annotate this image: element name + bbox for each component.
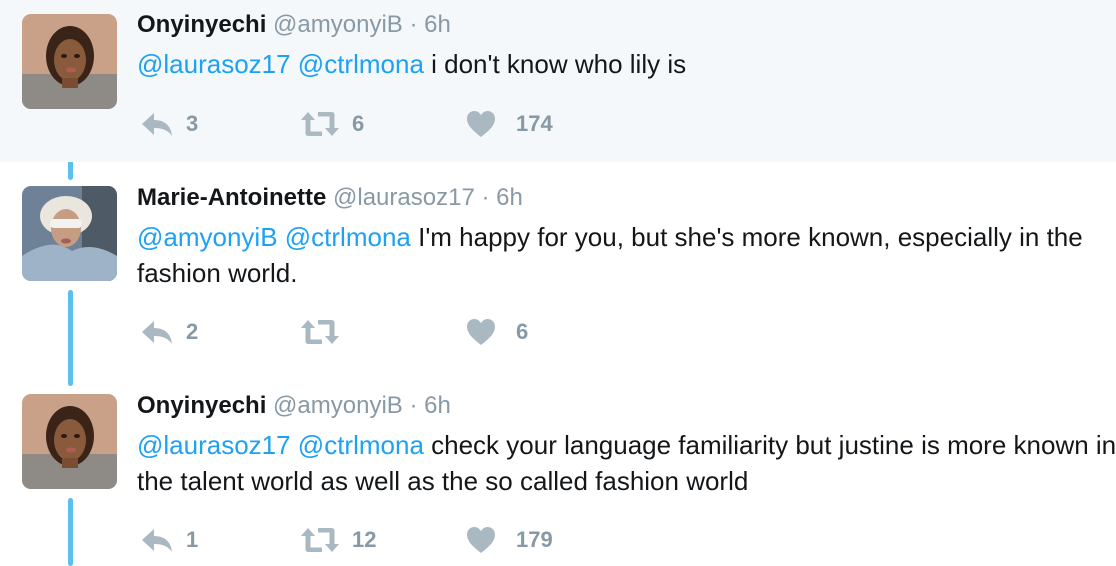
heart-icon <box>466 318 496 346</box>
reply-button[interactable]: 2 <box>140 312 198 352</box>
reply-count: 2 <box>186 319 199 344</box>
reply-count: 3 <box>186 111 199 136</box>
timestamp[interactable]: 6h <box>496 184 523 211</box>
tweet[interactable]: Onyinyechi @amyonyiB · 6h @laurasoz17 @c… <box>0 0 1116 162</box>
heart-icon <box>466 526 496 554</box>
reply-button[interactable]: 3 <box>140 104 198 144</box>
tweet-body: i don't know who lily is <box>431 49 687 79</box>
avatar[interactable] <box>22 394 117 489</box>
like-button[interactable]: 6 <box>466 312 528 352</box>
reply-icon <box>140 319 174 345</box>
tweet-text: @laurasoz17 @ctrlmona i don't know who l… <box>137 46 1116 82</box>
separator-dot: · <box>409 11 418 38</box>
tweet-header: Onyinyechi @amyonyiB · 6h <box>137 391 451 421</box>
display-name[interactable]: Onyinyechi <box>137 392 266 419</box>
mention-links[interactable]: @laurasoz17 @ctrlmona <box>137 430 424 460</box>
display-name[interactable]: Marie-Antoinette <box>137 184 326 211</box>
display-name[interactable]: Onyinyechi <box>137 11 266 38</box>
heart-icon <box>466 110 496 138</box>
timestamp[interactable]: 6h <box>424 11 451 38</box>
retweet-button[interactable]: 6 <box>300 104 364 144</box>
tweet-header: Onyinyechi @amyonyiB · 6h <box>137 10 451 40</box>
tweet-text: @laurasoz17 @ctrlmona check your languag… <box>137 427 1116 499</box>
reply-icon <box>140 527 174 553</box>
avatar[interactable] <box>22 14 117 109</box>
like-count: 174 <box>516 111 553 136</box>
reply-button[interactable]: 1 <box>140 520 198 560</box>
user-handle[interactable]: @amyonyiB <box>273 392 403 419</box>
retweet-icon <box>300 111 340 137</box>
reply-icon <box>140 111 174 137</box>
tweet-text: @amyonyiB @ctrlmona I'm happy for you, b… <box>137 219 1116 291</box>
timestamp[interactable]: 6h <box>424 392 451 419</box>
user-handle[interactable]: @laurasoz17 <box>333 184 475 211</box>
user-handle[interactable]: @amyonyiB <box>273 11 403 38</box>
mention-links[interactable]: @amyonyiB @ctrlmona <box>137 222 411 252</box>
tweet[interactable]: Onyinyechi @amyonyiB · 6h @laurasoz17 @c… <box>0 370 1116 566</box>
reply-count: 1 <box>186 527 199 552</box>
mention-links[interactable]: @laurasoz17 @ctrlmona <box>137 49 424 79</box>
retweet-count: 6 <box>352 111 365 136</box>
retweet-button[interactable]: 12 <box>300 520 376 560</box>
avatar[interactable] <box>22 186 117 281</box>
retweet-icon <box>300 319 340 345</box>
like-button[interactable]: 179 <box>466 520 553 560</box>
tweet[interactable]: Marie-Antoinette @laurasoz17 · 6h @amyon… <box>0 162 1116 370</box>
like-button[interactable]: 174 <box>466 104 553 144</box>
like-count: 179 <box>516 527 553 552</box>
tweet-header: Marie-Antoinette @laurasoz17 · 6h <box>137 183 523 213</box>
separator-dot: · <box>481 184 490 211</box>
separator-dot: · <box>409 392 418 419</box>
like-count: 6 <box>516 319 529 344</box>
retweet-button[interactable] <box>300 312 352 352</box>
retweet-count: 12 <box>352 527 377 552</box>
retweet-icon <box>300 527 340 553</box>
